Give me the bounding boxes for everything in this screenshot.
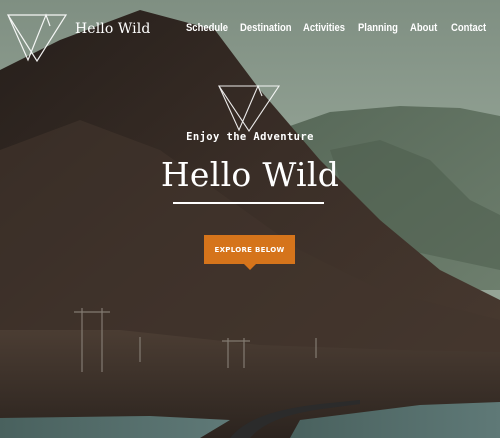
- nav-item-activities[interactable]: Activities: [303, 22, 350, 34]
- nav-item-about[interactable]: About: [410, 22, 445, 34]
- explore-below-button[interactable]: EXPLORE BELOW: [204, 235, 295, 264]
- hero-tagline: Enjoy the Adventure: [186, 131, 314, 143]
- hero-divider: [173, 202, 324, 204]
- cta-pointer-caret: [244, 264, 256, 270]
- hero-background-image: [0, 0, 500, 438]
- nav-item-contact[interactable]: Contact: [451, 22, 486, 34]
- nav-item-destination[interactable]: Destination: [240, 22, 294, 34]
- w-triangle-hero-icon: [217, 84, 281, 132]
- brand-name[interactable]: Hello Wild: [75, 21, 150, 37]
- hero-page: Hello Wild Schedule Destination Activiti…: [0, 0, 500, 438]
- nav-item-planning[interactable]: Planning: [358, 22, 403, 34]
- w-triangle-logo-icon[interactable]: [6, 12, 68, 62]
- nav-item-schedule[interactable]: Schedule: [186, 22, 232, 34]
- hero-title: Hello Wild: [160, 155, 340, 194]
- main-nav: Schedule Destination Activities Planning…: [186, 22, 486, 34]
